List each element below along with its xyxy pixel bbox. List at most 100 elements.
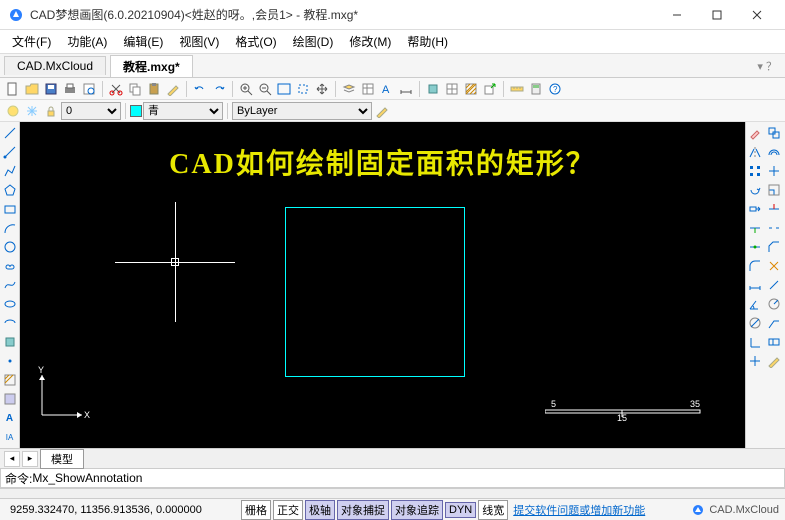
zoom-window-icon[interactable] <box>294 80 312 98</box>
calculator-icon[interactable] <box>527 80 545 98</box>
model-tab[interactable]: 模型 <box>40 449 84 469</box>
ellipse-tool-icon[interactable] <box>1 295 19 313</box>
menu-modify[interactable]: 修改(M) <box>341 31 399 52</box>
menu-edit[interactable]: 编辑(E) <box>115 31 171 52</box>
dim-linear-icon[interactable] <box>746 276 764 294</box>
help-icon[interactable]: ? <box>546 80 564 98</box>
linetype-edit-icon[interactable] <box>373 102 391 120</box>
tab-nav-first-icon[interactable]: ◂ <box>4 451 20 467</box>
minimize-button[interactable] <box>657 0 697 30</box>
color-select[interactable]: 青 <box>143 102 223 120</box>
block-icon[interactable] <box>424 80 442 98</box>
print-icon[interactable] <box>61 80 79 98</box>
polyline-tool-icon[interactable] <box>1 162 19 180</box>
dim-angular-icon[interactable] <box>746 295 764 313</box>
menu-file[interactable]: 文件(F) <box>4 31 59 52</box>
menu-function[interactable]: 功能(A) <box>59 31 115 52</box>
paste-icon[interactable] <box>145 80 163 98</box>
status-otrack[interactable]: 对象追踪 <box>391 500 443 520</box>
status-grid[interactable]: 栅格 <box>241 500 271 520</box>
measure-icon[interactable] <box>508 80 526 98</box>
dim-radius-icon[interactable] <box>765 295 783 313</box>
copy-modify-icon[interactable] <box>765 124 783 142</box>
zoom-extents-icon[interactable] <box>275 80 293 98</box>
ellipse-arc-tool-icon[interactable] <box>1 314 19 332</box>
status-ortho[interactable]: 正交 <box>273 500 303 520</box>
layers-icon[interactable] <box>340 80 358 98</box>
menu-format[interactable]: 格式(O) <box>227 31 284 52</box>
mirror-icon[interactable] <box>746 143 764 161</box>
center-mark-icon[interactable] <box>746 352 764 370</box>
scale-icon[interactable] <box>765 181 783 199</box>
revcloud-tool-icon[interactable] <box>1 257 19 275</box>
layer-freeze-icon[interactable] <box>23 102 41 120</box>
maximize-button[interactable] <box>697 0 737 30</box>
hatch-tool-icon[interactable] <box>1 371 19 389</box>
tolerance-icon[interactable] <box>765 333 783 351</box>
line-tool-icon[interactable] <box>1 124 19 142</box>
offset-icon[interactable] <box>765 143 783 161</box>
feedback-link[interactable]: 提交软件问题或增加新功能 <box>513 502 645 518</box>
erase-icon[interactable] <box>746 124 764 142</box>
ray-tool-icon[interactable] <box>1 143 19 161</box>
trim-icon[interactable] <box>765 200 783 218</box>
rectangle-tool-icon[interactable] <box>1 200 19 218</box>
polygon-tool-icon[interactable] <box>1 181 19 199</box>
tab-nav-next-icon[interactable]: ▸ <box>22 451 38 467</box>
properties-icon[interactable] <box>359 80 377 98</box>
circle-tool-icon[interactable] <box>1 238 19 256</box>
arc-tool-icon[interactable] <box>1 219 19 237</box>
ordinate-icon[interactable] <box>746 333 764 351</box>
array-icon[interactable] <box>746 162 764 180</box>
layer-state-icon[interactable] <box>4 102 22 120</box>
drawing-canvas[interactable]: CAD如何绘制固定面积的矩形？ Y X 5 35 15 <box>20 122 745 448</box>
tab-tutorial[interactable]: 教程.mxg* <box>110 55 193 77</box>
zoom-in-icon[interactable] <box>237 80 255 98</box>
explode-icon[interactable] <box>765 257 783 275</box>
mtext-tool-icon[interactable]: IA <box>1 428 19 446</box>
point-tool-icon[interactable] <box>1 352 19 370</box>
copy-icon[interactable] <box>126 80 144 98</box>
status-polar[interactable]: 极轴 <box>305 500 335 520</box>
status-lwt[interactable]: 线宽 <box>478 500 508 520</box>
linetype-select[interactable]: ByLayer <box>232 102 372 120</box>
menu-view[interactable]: 视图(V) <box>171 31 227 52</box>
stretch-icon[interactable] <box>746 200 764 218</box>
dim-style-icon[interactable] <box>397 80 415 98</box>
fillet-icon[interactable] <box>746 257 764 275</box>
open-file-icon[interactable] <box>23 80 41 98</box>
command-line[interactable]: 命令: Mx_ShowAnnotation <box>0 468 785 488</box>
dim-diameter-icon[interactable] <box>746 314 764 332</box>
region-tool-icon[interactable] <box>1 390 19 408</box>
match-props-icon[interactable] <box>164 80 182 98</box>
undo-icon[interactable] <box>191 80 209 98</box>
join-icon[interactable] <box>746 238 764 256</box>
hatch-icon[interactable] <box>462 80 480 98</box>
dim-edit-icon[interactable] <box>765 352 783 370</box>
save-icon[interactable] <box>42 80 60 98</box>
zoom-out-icon[interactable] <box>256 80 274 98</box>
menu-help[interactable]: 帮助(H) <box>399 31 456 52</box>
pan-icon[interactable] <box>313 80 331 98</box>
layer-select[interactable]: 0 <box>61 102 121 120</box>
cut-icon[interactable] <box>107 80 125 98</box>
text-style-icon[interactable]: A <box>378 80 396 98</box>
new-file-icon[interactable] <box>4 80 22 98</box>
status-osnap[interactable]: 对象捕捉 <box>337 500 389 520</box>
move-icon[interactable] <box>765 162 783 180</box>
break-icon[interactable] <box>765 219 783 237</box>
dim-aligned-icon[interactable] <box>765 276 783 294</box>
print-preview-icon[interactable] <box>80 80 98 98</box>
layer-lock-icon[interactable] <box>42 102 60 120</box>
leader-icon[interactable] <box>765 314 783 332</box>
insert-block-icon[interactable] <box>1 333 19 351</box>
tab-cloud[interactable]: CAD.MxCloud <box>4 56 106 75</box>
spline-tool-icon[interactable] <box>1 276 19 294</box>
tab-help-icon[interactable]: ▾ ？ <box>757 58 777 74</box>
table-icon[interactable] <box>443 80 461 98</box>
rotate-icon[interactable] <box>746 181 764 199</box>
xref-icon[interactable] <box>481 80 499 98</box>
redo-icon[interactable] <box>210 80 228 98</box>
text-tool-icon[interactable]: A <box>1 409 19 427</box>
chamfer-icon[interactable] <box>765 238 783 256</box>
